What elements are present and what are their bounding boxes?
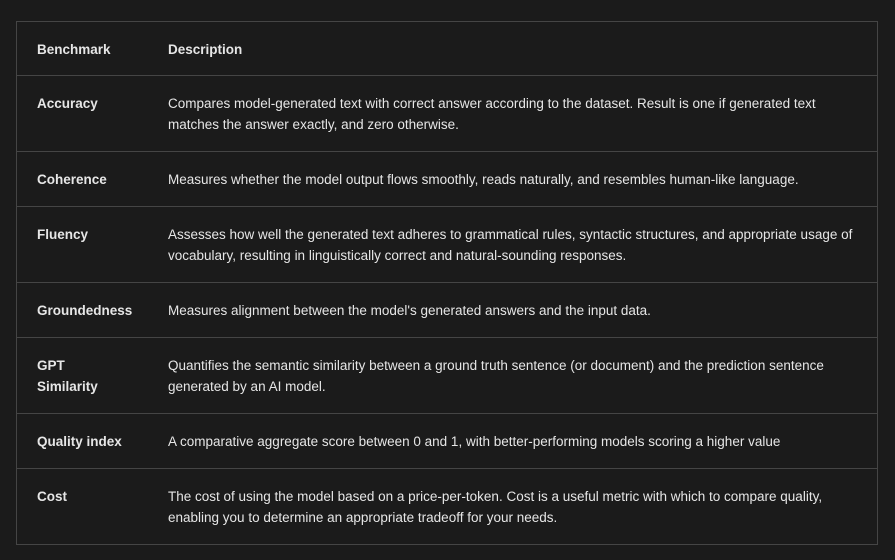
- benchmark-name: Quality index: [17, 412, 148, 468]
- benchmark-description: Quantifies the semantic similarity betwe…: [148, 336, 877, 413]
- table-header-row: Benchmark Description: [17, 22, 877, 75]
- table-row: Cost The cost of using the model based o…: [17, 467, 877, 544]
- benchmark-name: Groundedness: [17, 281, 148, 337]
- benchmark-table: Benchmark Description Accuracy Compares …: [17, 22, 877, 544]
- benchmark-name: Fluency: [17, 205, 148, 282]
- benchmark-description: Assesses how well the generated text adh…: [148, 205, 877, 282]
- table-row: Groundedness Measures alignment between …: [17, 281, 877, 337]
- benchmark-name: Accuracy: [17, 74, 148, 151]
- benchmark-table-container: Benchmark Description Accuracy Compares …: [16, 21, 878, 545]
- benchmark-description: The cost of using the model based on a p…: [148, 467, 877, 544]
- table-row: Quality index A comparative aggregate sc…: [17, 412, 877, 468]
- benchmark-description: Measures alignment between the model's g…: [148, 281, 877, 337]
- benchmark-description: Measures whether the model output flows …: [148, 150, 877, 206]
- table-row: Fluency Assesses how well the generated …: [17, 205, 877, 282]
- benchmark-name: GPT Similarity: [17, 336, 148, 413]
- column-header-benchmark: Benchmark: [37, 42, 111, 57]
- table-row: Coherence Measures whether the model out…: [17, 150, 877, 206]
- table-row: GPT Similarity Quantifies the semantic s…: [17, 336, 877, 413]
- benchmark-name: Cost: [17, 467, 148, 544]
- table-row: Accuracy Compares model-generated text w…: [17, 74, 877, 151]
- benchmark-name: Coherence: [17, 150, 148, 206]
- benchmark-description: A comparative aggregate score between 0 …: [148, 412, 877, 468]
- benchmark-description: Compares model-generated text with corre…: [148, 74, 877, 151]
- column-header-description: Description: [168, 42, 243, 57]
